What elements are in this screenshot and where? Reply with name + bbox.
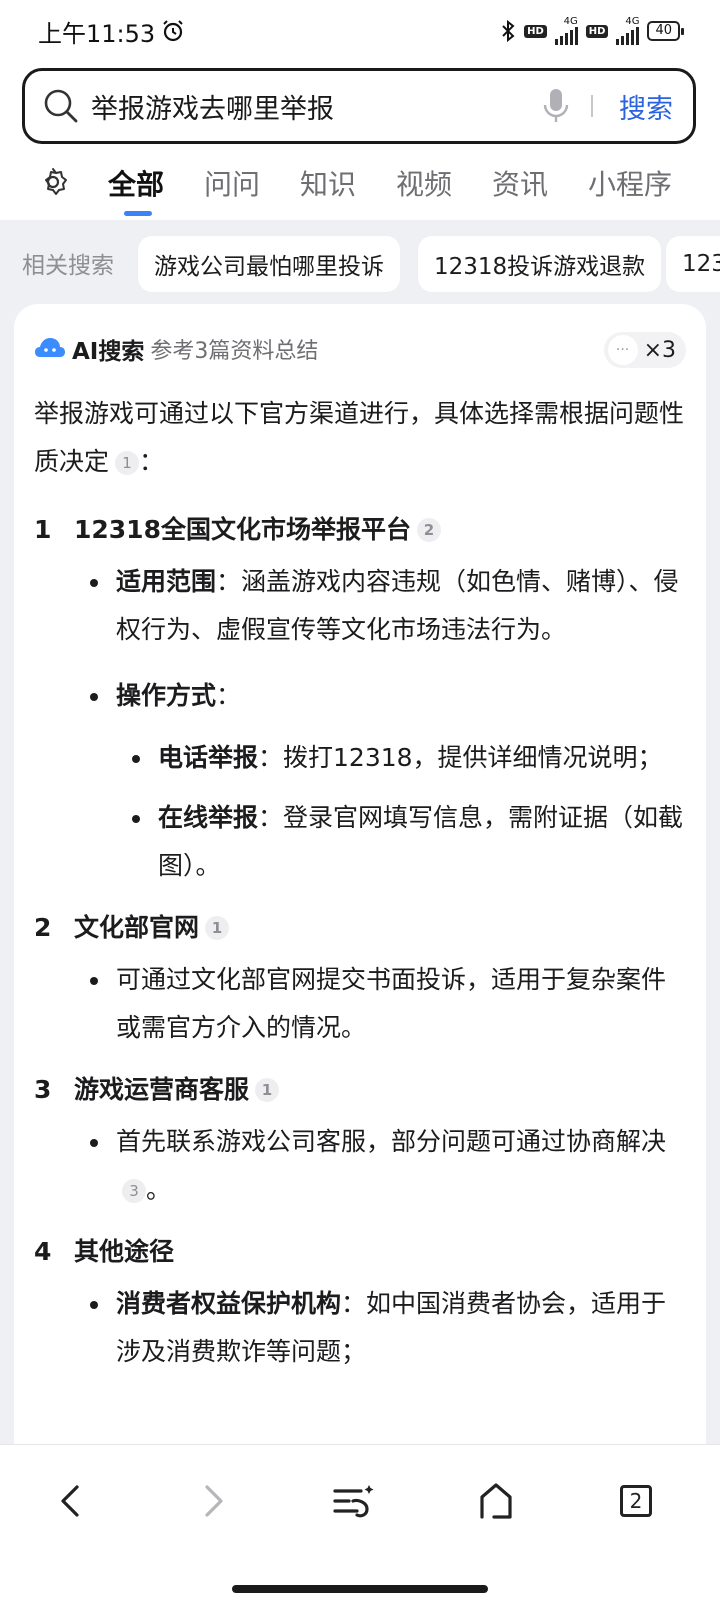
bullet-label: 在线举报 xyxy=(158,803,259,832)
chevron-left-icon xyxy=(61,1485,79,1517)
bullet-label: 适用范围 xyxy=(116,567,217,596)
home-icon xyxy=(480,1483,512,1519)
ai-answer-card: AI搜索 参考3篇资料总结 ··· ×3 举报游戏可通过以下官方渠道进行，具体选… xyxy=(14,304,706,1484)
bullet-item: 适用范围：涵盖游戏内容违规（如色情、赌博）、侵权行为、虚假宣传等文化市场违法行为… xyxy=(34,558,686,654)
related-chip[interactable]: 123 xyxy=(666,236,720,292)
chevron-right-icon xyxy=(205,1485,223,1517)
source-count: ×3 xyxy=(643,337,676,363)
forward-button[interactable] xyxy=(186,1473,242,1529)
home-indicator[interactable] xyxy=(232,1585,488,1593)
related-chip[interactable]: 12318投诉游戏退款 xyxy=(418,236,662,292)
bullet-text-end: 。 xyxy=(146,1175,172,1204)
tab-count-icon: 2 xyxy=(620,1485,652,1517)
tab-news[interactable]: 资讯 xyxy=(492,163,548,203)
answer-intro: 举报游戏可通过以下官方渠道进行，具体选择需根据问题性质决定 1： xyxy=(34,390,686,486)
bullet-label: 电话举报 xyxy=(158,743,259,772)
clock-text: 上午11:53 xyxy=(38,19,156,48)
ai-header: AI搜索 参考3篇资料总结 xyxy=(34,332,318,366)
search-query[interactable]: 举报游戏去哪里举报 xyxy=(91,87,539,126)
ai-assistant-icon xyxy=(333,1485,374,1518)
answer-content: 举报游戏可通过以下官方渠道进行，具体选择需根据问题性质决定 1： 1 12318全… xyxy=(34,390,686,1376)
section-number: 3 xyxy=(34,1075,52,1104)
tabs-button[interactable]: 2 xyxy=(608,1473,664,1529)
ai-assistant-button[interactable] xyxy=(326,1473,382,1529)
related-searches: 相关搜索 游戏公司最怕哪里投诉 12318投诉游戏退款 123 xyxy=(0,220,720,304)
sub-bullet-item: 电话举报：拨打12318，提供详细情况说明； xyxy=(34,734,686,782)
back-button[interactable] xyxy=(42,1473,98,1529)
more-dots-icon: ··· xyxy=(607,335,638,365)
section-heading: 1 12318全国文化市场举报平台 2 xyxy=(34,506,686,554)
battery-indicator: 40 xyxy=(647,21,684,41)
signal-icon-2 xyxy=(616,27,640,45)
active-tab-indicator xyxy=(124,211,152,216)
bottom-navigation: 2 xyxy=(0,1444,720,1600)
citation-badge[interactable]: 3 xyxy=(122,1179,146,1203)
ai-logo-icon xyxy=(35,338,65,357)
bullet-text: ： xyxy=(216,681,242,710)
tab-miniprogram[interactable]: 小程序 xyxy=(588,163,672,203)
tab-wenwen[interactable]: 问问 xyxy=(204,163,260,203)
section-title: 其他途径 xyxy=(74,1237,175,1266)
section-number: 1 xyxy=(34,515,52,544)
section-title: 文化部官网 xyxy=(74,913,200,942)
section-heading: 3 游戏运营商客服 1 xyxy=(34,1066,686,1114)
status-time: 上午11:53 xyxy=(38,14,185,49)
bullet-label: 消费者权益保护机构 xyxy=(116,1289,342,1318)
ai-title: AI搜索 xyxy=(72,339,145,365)
citation-badge[interactable]: 1 xyxy=(205,916,230,940)
network-label-1: 4G xyxy=(563,16,578,27)
section-heading: 4 其他途径 xyxy=(34,1228,686,1276)
home-button[interactable] xyxy=(468,1473,524,1529)
citation-badge[interactable]: 2 xyxy=(416,518,441,542)
section-title: 游戏运营商客服 xyxy=(74,1075,250,1104)
tab-bar: 全部 问问 知识 视频 资讯 小程序 xyxy=(0,157,720,220)
related-chip[interactable]: 游戏公司最怕哪里投诉 xyxy=(138,236,400,292)
bullet-text: ：拨打12318，提供详细情况说明； xyxy=(258,743,663,772)
related-label: 相关搜索 xyxy=(22,253,114,279)
microphone-icon[interactable] xyxy=(539,86,573,126)
search-button[interactable]: 搜索 xyxy=(619,87,673,126)
section-number: 4 xyxy=(34,1237,52,1266)
bullet-item: 消费者权益保护机构：如中国消费者协会，适用于涉及消费欺诈等问题； xyxy=(34,1280,686,1376)
bullet-text: 可通过文化部官网提交书面投诉，适用于复杂案件或需官方介入的情况。 xyxy=(116,965,667,1042)
ai-sources-button[interactable]: ··· ×3 xyxy=(603,332,686,368)
hd-badge-1: HD xyxy=(524,24,547,38)
bullet-item: 可通过文化部官网提交书面投诉，适用于复杂案件或需官方介入的情况。 xyxy=(34,956,686,1052)
search-input[interactable]: 举报游戏去哪里举报 搜索 xyxy=(22,68,696,144)
network-label-2: 4G xyxy=(625,16,640,27)
search-divider xyxy=(591,95,593,117)
hd-badge-2: HD xyxy=(585,24,609,38)
signal-icon-1 xyxy=(554,27,578,45)
tab-knowledge[interactable]: 知识 xyxy=(300,163,356,203)
tab-all[interactable]: 全部 xyxy=(108,163,164,203)
sub-bullet-item: 在线举报：登录官网填写信息，需附证据（如截图）。 xyxy=(34,794,686,890)
section-heading: 2 文化部官网 1 xyxy=(34,904,686,952)
status-icons: HD 4G HD 4G 40 xyxy=(500,16,684,45)
bullet-item: 操作方式： xyxy=(34,672,686,720)
citation-badge[interactable]: 1 xyxy=(255,1078,280,1102)
citation-badge[interactable]: 1 xyxy=(115,451,140,475)
gear-icon[interactable] xyxy=(38,167,68,197)
alarm-icon xyxy=(163,20,183,42)
bullet-label: 操作方式 xyxy=(116,681,217,710)
search-header: 举报游戏去哪里举报 搜索 全部 问问 知识 视频 资讯 小程序 xyxy=(0,62,720,220)
intro-colon: ： xyxy=(139,447,165,476)
tab-video[interactable]: 视频 xyxy=(396,163,452,203)
status-bar: 上午11:53 HD 4G HD 4G 40 xyxy=(0,0,720,62)
section-title: 12318全国文化市场举报平台 xyxy=(74,515,411,544)
bullet-item: 首先联系游戏公司客服，部分问题可通过协商解决 3。 xyxy=(34,1118,686,1214)
ai-subtitle[interactable]: 参考3篇资料总结 xyxy=(150,333,318,365)
section-number: 2 xyxy=(34,913,52,942)
search-icon xyxy=(44,89,78,123)
bullet-text: 首先联系游戏公司客服，部分问题可通过协商解决 xyxy=(116,1127,667,1156)
tab-count: 2 xyxy=(629,1489,643,1513)
bluetooth-icon xyxy=(502,20,515,42)
